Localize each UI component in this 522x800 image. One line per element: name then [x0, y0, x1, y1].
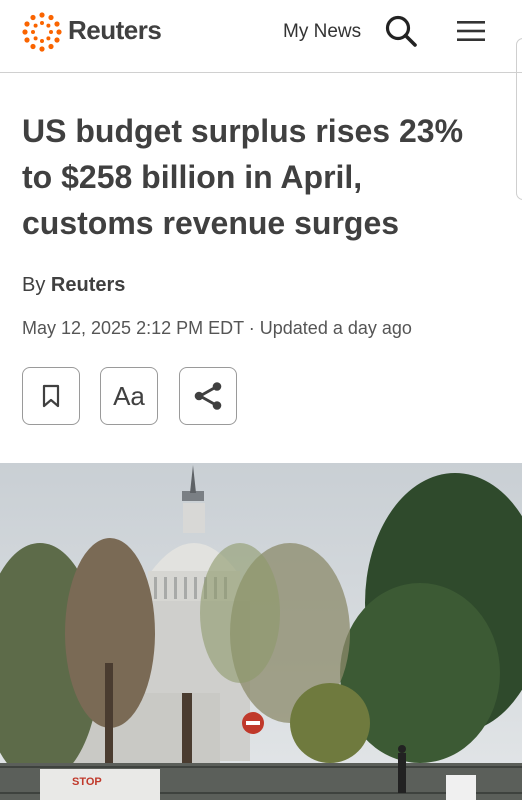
brand-name[interactable]: Reuters	[68, 15, 162, 46]
text-size-label: Aa	[113, 380, 145, 411]
share-icon	[194, 382, 222, 410]
site-header: Reuters My News	[0, 0, 522, 73]
author-link[interactable]: Reuters	[51, 274, 125, 296]
article-headline: US budget surplus rises 23% to $258 bill…	[22, 113, 464, 241]
bookmark-icon	[42, 384, 60, 408]
my-news-link[interactable]: My News	[283, 21, 361, 43]
dateline: May 12, 2025 2:12 PM EDT · Updated a day…	[22, 318, 412, 338]
search-icon[interactable]	[384, 14, 418, 48]
byline: By Reuters	[22, 274, 125, 297]
text-size-button[interactable]: Aa	[100, 367, 158, 425]
byline-prefix: By	[22, 274, 46, 296]
stop-sign-text: STOP	[72, 776, 102, 788]
scroll-indicator	[516, 38, 522, 200]
bookmark-button[interactable]	[22, 367, 80, 425]
hamburger-menu-icon[interactable]	[456, 18, 486, 44]
share-button[interactable]	[179, 367, 237, 425]
reuters-logo-icon[interactable]	[22, 12, 62, 52]
article-photo[interactable]: STOP	[0, 463, 522, 800]
